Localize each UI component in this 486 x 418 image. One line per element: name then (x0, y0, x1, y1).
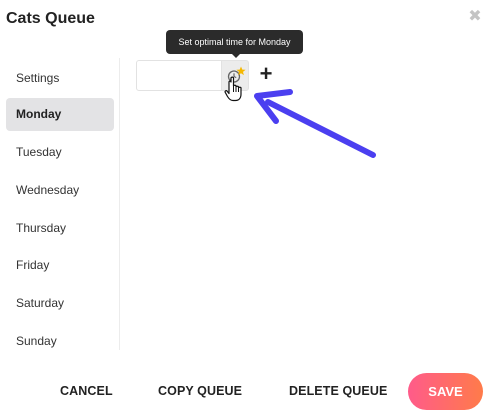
tooltip-arrow (231, 53, 241, 58)
delete-queue-button[interactable]: DELETE QUEUE (289, 381, 387, 401)
sidebar-item-sunday[interactable]: Sunday (6, 325, 114, 358)
cancel-button[interactable]: CANCEL (60, 381, 113, 401)
add-time-button[interactable]: + (256, 61, 276, 87)
dialog-title: Cats Queue (6, 10, 95, 27)
sidebar-item-thursday[interactable]: Thursday (6, 212, 114, 245)
close-icon[interactable]: ✖ (467, 9, 483, 25)
sidebar-item-saturday[interactable]: Saturday (6, 287, 114, 320)
sidebar-item-wednesday[interactable]: Wednesday (6, 174, 114, 207)
hand-pointer-icon (224, 76, 242, 102)
time-input[interactable] (136, 60, 222, 91)
sidebar-item-settings[interactable]: Settings (6, 62, 114, 95)
tooltip: Set optimal time for Monday (166, 30, 303, 54)
sidebar-item-monday[interactable]: Monday (6, 98, 114, 131)
save-button[interactable]: SAVE (408, 373, 483, 410)
copy-queue-button[interactable]: COPY QUEUE (158, 381, 242, 401)
sidebar: Settings Monday Tuesday Wednesday Thursd… (0, 58, 120, 350)
sidebar-item-tuesday[interactable]: Tuesday (6, 136, 114, 169)
sidebar-item-friday[interactable]: Friday (6, 249, 114, 282)
